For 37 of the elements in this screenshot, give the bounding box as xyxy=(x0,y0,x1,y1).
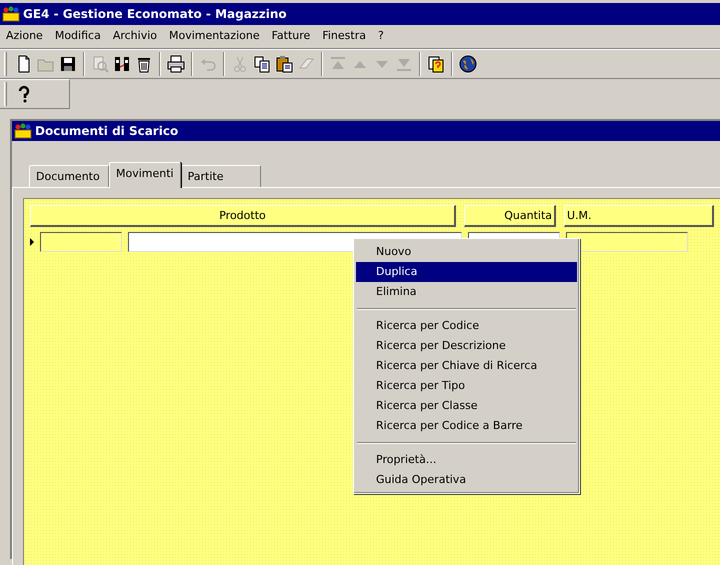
menu-item[interactable]: Modifica xyxy=(48,28,107,45)
printer-icon[interactable] xyxy=(167,55,185,73)
trash-icon[interactable] xyxy=(135,55,153,73)
globe-icon[interactable] xyxy=(459,55,477,73)
menu-item[interactable]: Ricerca per Codice a Barre xyxy=(356,416,577,436)
menu-item[interactable]: Nuovo xyxy=(356,242,577,262)
menu-item[interactable]: ? xyxy=(372,28,390,45)
menu-item[interactable]: Movimentazione xyxy=(163,28,266,45)
menu-item[interactable]: Ricerca per Tipo xyxy=(356,376,577,396)
menu-item[interactable]: Archivio xyxy=(106,28,163,45)
column-header[interactable]: Quantita xyxy=(464,205,556,227)
tab[interactable]: Movimenti xyxy=(109,162,181,188)
menu-item[interactable]: Azione xyxy=(0,28,49,45)
menu-item[interactable]: Guida Operativa xyxy=(356,470,577,490)
copy-icon[interactable] xyxy=(253,55,271,73)
row-indicator-icon xyxy=(30,238,34,246)
menu-item[interactable]: Ricerca per Chiave di Ricerca xyxy=(356,356,577,376)
columns-icon[interactable] xyxy=(113,55,131,73)
menu-item[interactable]: Ricerca per Descrizione xyxy=(356,336,577,356)
floppy-disk-icon[interactable] xyxy=(59,55,77,73)
menu-item[interactable]: Finestra xyxy=(316,28,372,45)
menu-item[interactable]: Ricerca per Codice xyxy=(356,316,577,336)
window-title: GE4 - Gestione Economato - Magazzino xyxy=(23,6,287,23)
child-window-title: Documenti di Scarico xyxy=(35,123,178,140)
menu-item[interactable]: Ricerca per Classe xyxy=(356,396,577,416)
column-header[interactable]: Prodotto xyxy=(30,205,456,227)
app-logo-icon xyxy=(2,6,20,22)
tab[interactable]: Documento xyxy=(29,165,109,187)
menu-item[interactable]: Duplica xyxy=(356,262,577,282)
column-header[interactable]: U.M. xyxy=(564,205,714,227)
menu-item[interactable]: Proprietà... xyxy=(356,450,577,470)
tab[interactable]: Partite xyxy=(180,165,261,187)
window-logo-icon xyxy=(14,123,32,139)
help-document-icon[interactable] xyxy=(427,55,445,73)
menu-item[interactable]: Fatture xyxy=(266,28,316,45)
clipboard-icon[interactable] xyxy=(275,55,293,73)
menu-item[interactable]: Elimina xyxy=(356,282,577,302)
